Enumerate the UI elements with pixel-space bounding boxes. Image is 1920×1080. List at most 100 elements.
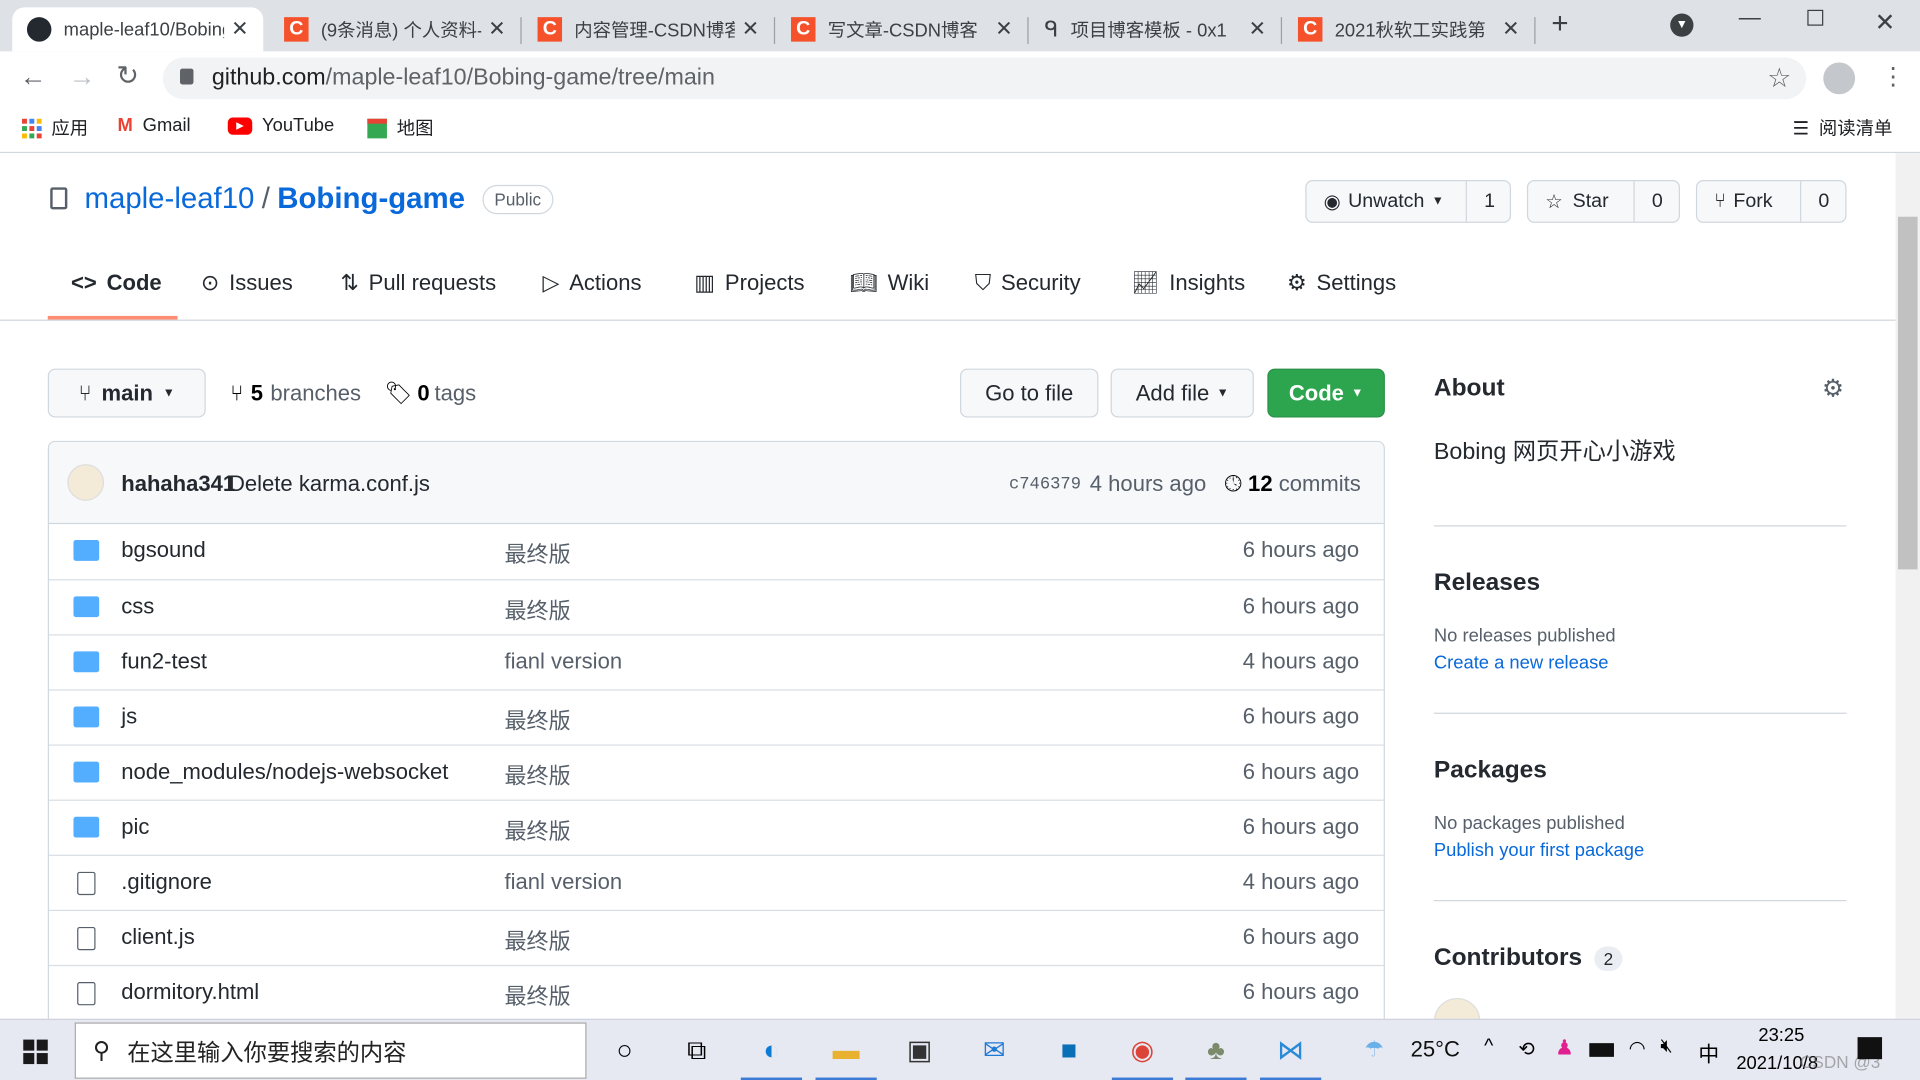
file-explorer-icon[interactable]: ▬ <box>815 1030 877 1080</box>
bookmark-apps[interactable]: 应用 <box>22 115 88 141</box>
store-icon[interactable]: ▣ <box>899 1030 941 1072</box>
contributors-heading[interactable]: Contributors 2 <box>1434 944 1847 972</box>
file-name-link[interactable]: client.js <box>121 924 195 950</box>
unwatch-button[interactable]: ◉ Unwatch ▼ 1 <box>1305 180 1512 223</box>
close-window-button[interactable]: ✕ <box>1875 7 1896 38</box>
bookmark-star-icon[interactable]: ☆ <box>1767 62 1791 94</box>
file-commit-message[interactable]: fianl version <box>504 869 622 895</box>
battery-icon[interactable] <box>1589 1043 1614 1057</box>
chevron-up-icon[interactable]: ^ <box>1484 1036 1493 1058</box>
qq-icon[interactable]: ♟ <box>1555 1036 1574 1060</box>
file-commit-message[interactable]: 最终版 <box>504 814 570 846</box>
file-name-link[interactable]: fun2-test <box>121 649 207 675</box>
ime-indicator[interactable]: 中 <box>1698 1037 1719 1068</box>
tab-csdn-profile[interactable]: C (9条消息) 个人资料- ✕ <box>269 7 522 51</box>
dell-icon[interactable]: ■ <box>1048 1030 1090 1072</box>
edge-icon[interactable]: ◐ <box>740 1030 803 1080</box>
file-commit-message[interactable]: 最终版 <box>504 538 570 570</box>
commit-author[interactable]: hahaha341 <box>121 471 235 497</box>
tab-insights[interactable]: 📈︎ Insights <box>1131 271 1245 297</box>
close-tab-icon[interactable]: ✕ <box>488 17 505 41</box>
tab-csdn-write[interactable]: C 写文章-CSDN博客 ✕ <box>776 7 1029 51</box>
file-row[interactable]: dormitory.html 最终版 6 hours ago <box>48 964 1384 1020</box>
code-button[interactable]: Code ▼ <box>1267 368 1385 418</box>
notification-icon[interactable] <box>1857 1037 1883 1060</box>
repo-owner-link[interactable]: maple-leaf10 <box>84 182 254 216</box>
bookmark-youtube[interactable]: ▶ YouTube <box>227 115 334 136</box>
file-row[interactable]: pic 最终版 6 hours ago <box>48 799 1384 855</box>
address-bar[interactable]: github.com/maple-leaf10/Bobing-game/tree… <box>162 57 1807 100</box>
minimize-button[interactable]: — <box>1739 5 1761 31</box>
file-name-link[interactable]: .gitignore <box>121 869 212 895</box>
game-app-icon[interactable]: ♣ <box>1185 1030 1247 1080</box>
profile-avatar[interactable] <box>1823 62 1856 95</box>
page-scrollbar[interactable] <box>1895 153 1920 1019</box>
commit-message[interactable]: Delete karma.conf.js <box>229 471 430 497</box>
menu-icon[interactable]: ⋮ <box>1881 61 1905 92</box>
tab-security[interactable]: ⛉ Security <box>975 271 1081 297</box>
tab-wiki[interactable]: 📖︎ Wiki <box>850 271 929 297</box>
clock-time[interactable]: 23:25 <box>1758 1025 1804 1046</box>
new-tab-button[interactable]: + <box>1551 7 1568 41</box>
create-release-link[interactable]: Create a new release <box>1434 653 1847 674</box>
file-name-link[interactable]: node_modules/nodejs-websocket <box>121 759 448 785</box>
file-row[interactable]: client.js 最终版 6 hours ago <box>48 909 1384 965</box>
restore-button[interactable] <box>1807 9 1824 26</box>
bookmark-gmail[interactable]: M Gmail <box>118 115 191 136</box>
file-commit-message[interactable]: 最终版 <box>504 704 570 736</box>
add-file-button[interactable]: Add file ▼ <box>1110 368 1254 418</box>
tab-search-icon[interactable]: ▼ <box>1670 13 1694 37</box>
tab-projects[interactable]: ▥ Projects <box>694 271 804 297</box>
forward-icon[interactable]: → <box>69 61 96 93</box>
tab-code[interactable]: <> Code <box>71 271 162 297</box>
file-row[interactable]: bgsound 最终版 6 hours ago <box>49 524 1384 579</box>
volume-muted-icon[interactable]: 🔇︎ <box>1660 1036 1672 1058</box>
tab-github[interactable]: maple-leaf10/Bobing-game✕ <box>12 7 264 52</box>
close-tab-icon[interactable]: ✕ <box>1502 17 1519 41</box>
file-commit-message[interactable]: 最终版 <box>504 924 570 956</box>
bookmark-maps[interactable]: 地图 <box>367 115 433 141</box>
close-tab-icon[interactable]: ✕ <box>1249 17 1266 41</box>
packages-heading[interactable]: Packages <box>1434 757 1847 785</box>
tab-issues[interactable]: ⊙ Issues <box>201 271 293 297</box>
close-tab-icon[interactable]: ✕ <box>231 17 248 41</box>
taskbar-search-input[interactable]: ⚲ 在这里输入你要搜索的内容 <box>74 1022 587 1079</box>
tab-settings[interactable]: ⚙ Settings <box>1287 271 1396 297</box>
windows-start-icon[interactable] <box>23 1039 48 1065</box>
vscode-icon[interactable]: ⋈ <box>1260 1030 1322 1080</box>
file-row[interactable]: .gitignore fianl version 4 hours ago <box>48 854 1384 910</box>
branches-link[interactable]: ⑂ 5 branches <box>230 381 361 407</box>
chrome-icon[interactable]: ◉ <box>1111 1030 1174 1080</box>
repo-name-link[interactable]: Bobing-game <box>277 182 465 216</box>
tab-csdn-2021[interactable]: C 2021秋软工实践第 ✕ <box>1283 7 1536 51</box>
update-icon[interactable]: ⟲ <box>1518 1037 1534 1061</box>
reload-icon[interactable]: ↻ <box>116 60 139 92</box>
publish-package-link[interactable]: Publish your first package <box>1434 840 1847 861</box>
go-to-file-button[interactable]: Go to file <box>960 368 1099 418</box>
file-row[interactable]: node_modules/nodejs-websocket 最终版 6 hours … <box>48 744 1384 799</box>
file-commit-message[interactable]: 最终版 <box>504 759 570 791</box>
file-commit-message[interactable]: fianl version <box>504 649 622 675</box>
tab-zhihu[interactable]: ᑫ 项目博客模板 - 0x1 ✕ <box>1030 7 1283 51</box>
cortana-icon[interactable]: ○ <box>604 1030 646 1072</box>
file-commit-message[interactable]: 最终版 <box>504 594 570 626</box>
reading-list[interactable]: ☰ 阅读清单 <box>1793 115 1893 141</box>
file-name-link[interactable]: css <box>121 594 154 620</box>
close-tab-icon[interactable]: ✕ <box>995 17 1012 41</box>
star-button[interactable]: ☆ Star 0 <box>1526 180 1681 223</box>
file-name-link[interactable]: pic <box>121 814 149 840</box>
mail-icon[interactable]: ✉ <box>973 1030 1015 1072</box>
releases-heading[interactable]: Releases <box>1434 569 1847 597</box>
scrollbar-thumb[interactable] <box>1897 216 1918 570</box>
branch-selector[interactable]: ⑂ main ▼ <box>47 368 206 418</box>
file-name-link[interactable]: dormitory.html <box>121 980 259 1006</box>
close-tab-icon[interactable]: ✕ <box>742 17 759 41</box>
gear-icon[interactable]: ⚙ <box>1822 373 1844 404</box>
file-commit-message[interactable]: 最终版 <box>504 980 570 1012</box>
task-view-icon[interactable]: ⧉ <box>676 1030 718 1072</box>
file-row[interactable]: js 最终版 6 hours ago <box>48 689 1384 744</box>
fork-button[interactable]: ⑂ Fork 0 <box>1695 180 1847 223</box>
tab-actions[interactable]: ▷ Actions <box>542 271 641 297</box>
tab-pull-requests[interactable]: ⇅ Pull requests <box>340 271 496 297</box>
file-name-link[interactable]: js <box>121 704 137 730</box>
